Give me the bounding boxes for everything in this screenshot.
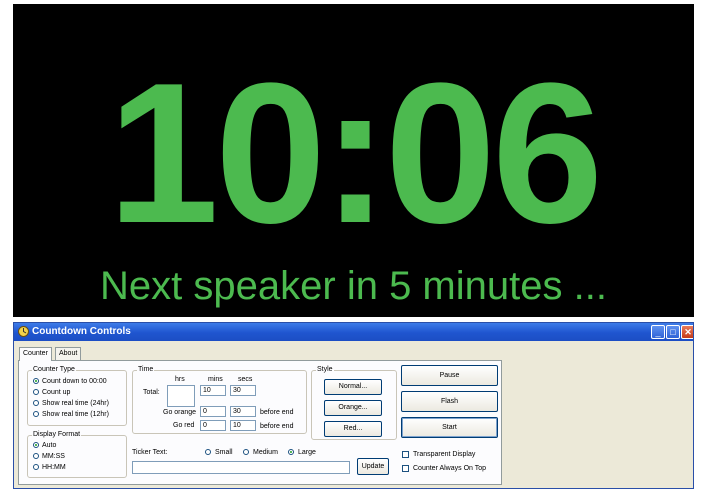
total-hrs-input[interactable] xyxy=(167,385,195,407)
style-label: Style xyxy=(316,365,334,374)
mins-header: mins xyxy=(208,376,223,383)
tab-about[interactable]: About xyxy=(55,347,82,360)
always-on-top-checkbox[interactable] xyxy=(402,465,409,472)
go-orange-label: Go orange xyxy=(163,409,197,416)
ticker-text-label: Ticker Text: xyxy=(132,449,168,456)
countdown-display: 10:06 Next speaker in 5 minutes ... xyxy=(13,4,694,317)
flash-button[interactable]: Flash xyxy=(401,391,498,412)
ticker-display: Next speaker in 5 minutes ... xyxy=(100,264,607,308)
red-secs-input[interactable]: 10 xyxy=(230,420,256,431)
counter-type-group: Counter Type Count down to 00:00 Count u… xyxy=(27,365,127,426)
radio-count-down[interactable] xyxy=(33,378,39,384)
orange-style-button[interactable]: Orange... xyxy=(324,400,382,416)
radio-label: HH:MM xyxy=(42,464,66,471)
radio-auto[interactable] xyxy=(33,442,39,448)
radio-label: Count up xyxy=(42,389,71,396)
red-mins-input[interactable]: 0 xyxy=(200,420,226,431)
counter-type-label: Counter Type xyxy=(32,365,76,374)
orange-mins-input[interactable]: 0 xyxy=(200,406,226,417)
counter-tab-panel: Counter Type Count down to 00:00 Count u… xyxy=(18,360,502,485)
go-red-label: Go red xyxy=(173,422,195,429)
maximize-icon[interactable]: □ xyxy=(666,325,680,339)
radio-label: Count down to 00:00 xyxy=(42,378,107,385)
display-format-group: Display Format Auto MM:SS HH:MM xyxy=(27,430,127,478)
radio-label: Auto xyxy=(42,442,57,449)
hrs-header: hrs xyxy=(175,376,185,383)
ticker-text-input[interactable] xyxy=(132,461,350,474)
style-group: Style Normal... Orange... Red... xyxy=(311,365,397,440)
radio-real-time-24[interactable] xyxy=(33,400,39,406)
orange-secs-input[interactable]: 30 xyxy=(230,406,256,417)
radio-mmss[interactable] xyxy=(33,453,39,459)
before-end-label: before end xyxy=(260,423,294,430)
window-title: Countdown Controls xyxy=(32,326,131,337)
countdown-controls-window: Countdown Controls _ □ ✕ Counter About C… xyxy=(13,322,694,489)
before-end-label: before end xyxy=(260,409,294,416)
radio-label: Show real time (12hr) xyxy=(42,411,109,418)
secs-header: secs xyxy=(238,376,253,383)
radio-size-medium[interactable] xyxy=(243,449,249,455)
normal-style-button[interactable]: Normal... xyxy=(324,379,382,395)
display-format-label: Display Format xyxy=(32,430,82,439)
total-mins-input[interactable]: 10 xyxy=(200,385,226,396)
size-small-label: Small xyxy=(215,449,233,456)
total-secs-input[interactable]: 30 xyxy=(230,385,256,396)
radio-size-small[interactable] xyxy=(205,449,211,455)
transparent-display-checkbox[interactable] xyxy=(402,451,409,458)
tab-counter[interactable]: Counter xyxy=(19,347,52,361)
app-icon xyxy=(18,326,29,337)
transparent-display-label: Transparent Display xyxy=(413,451,476,458)
radio-count-up[interactable] xyxy=(33,389,39,395)
update-button[interactable]: Update xyxy=(357,458,389,475)
close-icon[interactable]: ✕ xyxy=(681,325,693,339)
total-label: Total: xyxy=(143,389,160,396)
time-group: Time hrs mins secs Total: 10 30 Go orang… xyxy=(132,365,307,434)
radio-hhmm[interactable] xyxy=(33,464,39,470)
size-medium-label: Medium xyxy=(253,449,278,456)
always-on-top-label: Counter Always On Top xyxy=(413,465,487,472)
red-style-button[interactable]: Red... xyxy=(324,421,382,437)
radio-size-large[interactable] xyxy=(288,449,294,455)
radio-label: Show real time (24hr) xyxy=(42,400,109,407)
time-label: Time xyxy=(137,365,155,374)
size-large-label: Large xyxy=(298,449,316,456)
pause-button[interactable]: Pause xyxy=(401,365,498,386)
radio-real-time-12[interactable] xyxy=(33,411,39,417)
minimize-icon[interactable]: _ xyxy=(651,325,665,339)
title-bar[interactable]: Countdown Controls _ □ ✕ xyxy=(14,323,693,341)
start-button[interactable]: Start xyxy=(401,417,498,438)
countdown-time: 10:06 xyxy=(107,42,604,265)
radio-label: MM:SS xyxy=(42,453,65,460)
